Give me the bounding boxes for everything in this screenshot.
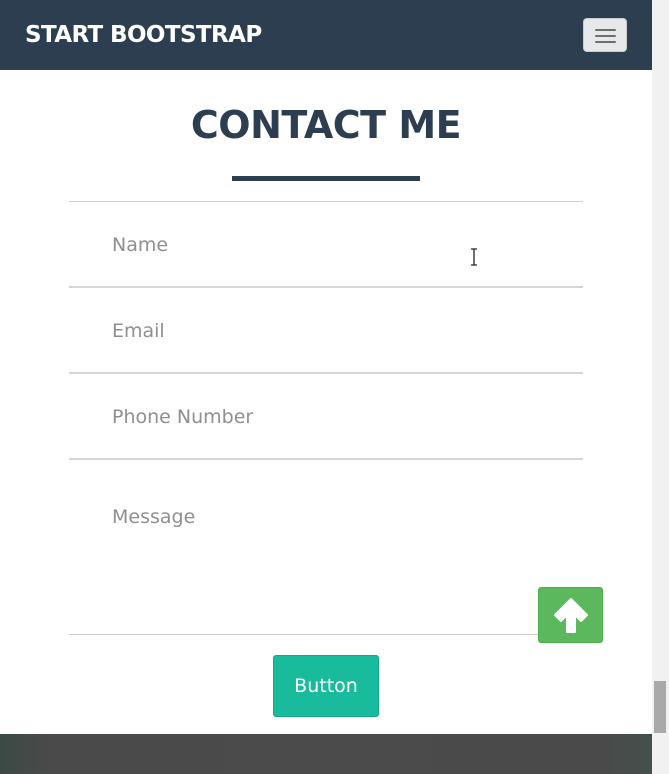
phone-field[interactable] bbox=[69, 382, 583, 452]
form-top-rule bbox=[69, 201, 583, 202]
submit-button[interactable]: Button bbox=[273, 655, 379, 717]
hamburger-menu-icon-bar bbox=[595, 35, 616, 37]
scrollbar-thumb[interactable] bbox=[654, 681, 666, 733]
scroll-to-top-button[interactable] bbox=[538, 587, 603, 643]
section-title: CONTACT ME bbox=[190, 103, 462, 147]
email-field[interactable] bbox=[69, 296, 583, 366]
footer-band bbox=[0, 734, 652, 774]
title-divider bbox=[232, 176, 420, 181]
message-field[interactable] bbox=[69, 505, 583, 625]
name-field-underline bbox=[69, 286, 583, 288]
name-field[interactable] bbox=[69, 210, 583, 280]
scrollbar-track[interactable] bbox=[652, 0, 669, 774]
hamburger-menu-icon-bar bbox=[595, 41, 616, 43]
hamburger-menu-icon bbox=[595, 29, 616, 31]
message-field-underline bbox=[69, 634, 583, 635]
page: START BOOTSTRAP CONTACT ME Button bbox=[0, 0, 669, 774]
email-field-underline bbox=[69, 372, 583, 374]
arrow-up-icon bbox=[554, 598, 588, 633]
top-navbar: START BOOTSTRAP bbox=[0, 0, 652, 70]
brand-link[interactable]: START BOOTSTRAP bbox=[25, 20, 262, 50]
phone-field-underline bbox=[69, 458, 583, 460]
text-cursor-icon bbox=[471, 248, 477, 266]
navbar-toggle-button[interactable] bbox=[583, 18, 627, 52]
